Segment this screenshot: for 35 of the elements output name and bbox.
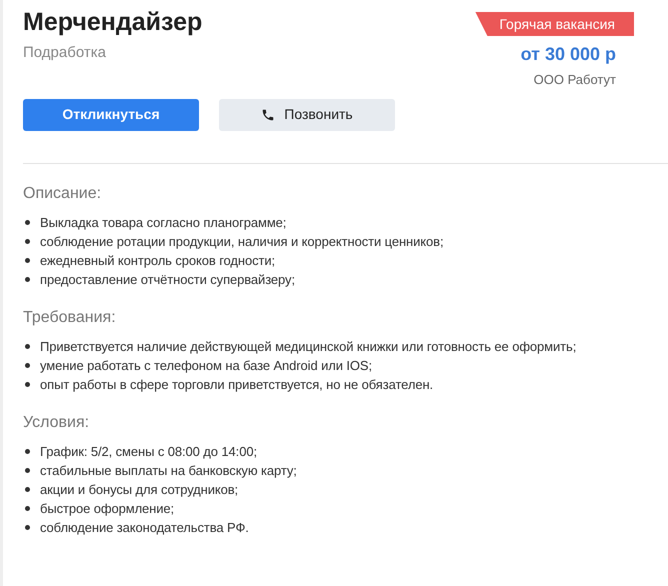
hot-vacancy-badge: Горячая вакансия: [475, 12, 634, 36]
list-item-text: опыт работы в сфере торговли приветствуется, но не обязателен.: [40, 376, 434, 394]
list-item-text: соблюдение ротации продукции, наличия и корректности ценников;: [40, 232, 444, 250]
list-item-text: предоставление отчётности супервайзеру;: [40, 270, 295, 288]
bullet-icon: [25, 486, 30, 492]
bullet-icon: [25, 362, 30, 368]
call-button[interactable]: Позвонить: [219, 98, 395, 130]
list-item-text: соблюдение законодательства РФ.: [40, 518, 249, 536]
list-item-text: Выкладка товара согласно планограмме;: [40, 214, 286, 232]
bullet-icon: [25, 220, 30, 224]
bullet-icon: [25, 448, 30, 454]
job-type: Подработка: [23, 43, 107, 63]
bullet-icon: [25, 382, 30, 386]
phone-icon: [261, 108, 276, 122]
bullet-icon: [25, 468, 30, 472]
list-item-text: ежедневный контроль сроков годности;: [40, 252, 276, 270]
salary: от 30 000 р: [520, 43, 616, 66]
list-item-text: быстрое оформление;: [40, 500, 174, 518]
bullet-icon: [25, 344, 30, 348]
company-name: ООО Работут: [534, 71, 616, 89]
bullet-icon: [25, 238, 30, 244]
section-heading: Условия:: [23, 412, 90, 432]
list-item-text: стабильные выплаты на банковскую карту;: [40, 462, 297, 480]
job-title: Мерчендайзер: [23, 7, 202, 38]
bullet-icon: [25, 276, 30, 282]
list-item-text: умение работать с телефоном на базе Android или IOS;: [40, 356, 372, 374]
respond-button[interactable]: Откликнуться: [23, 98, 199, 130]
list-item-text: График: 5/2, смены с 08:00 до 14:00;: [40, 442, 257, 460]
bullet-icon: [25, 258, 30, 262]
section-heading: Описание:: [23, 184, 102, 204]
bullet-icon: [25, 524, 30, 530]
bullet-icon: [25, 506, 30, 510]
section-heading: Требования:: [23, 308, 117, 328]
list-item-text: акции и бонусы для сотрудников;: [40, 480, 238, 498]
list-item-text: Приветствуется наличие действующей медицинской книжки или готовность ее оформить;: [40, 338, 576, 356]
